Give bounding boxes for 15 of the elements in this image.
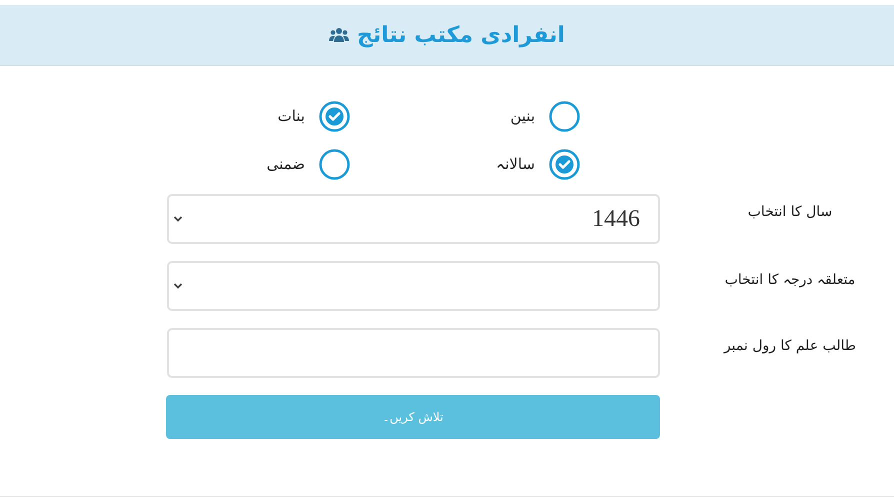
- radio-option[interactable]: ضمنی: [120, 148, 350, 180]
- select-field[interactable]: [167, 261, 660, 311]
- chevron-icon: [173, 282, 183, 290]
- input-field[interactable]: [167, 328, 660, 378]
- radio-option[interactable]: بنین: [350, 100, 580, 132]
- users-icon: [329, 27, 350, 43]
- field-label: طالب علم کا رول نمبر: [722, 337, 858, 354]
- chevron-icon: [173, 215, 183, 223]
- radio-option[interactable]: بنات: [120, 100, 350, 132]
- select-value: 1446: [592, 206, 640, 232]
- field-label: متعلقہ درجہ کا انتخاب: [724, 271, 856, 288]
- page-title: انفرادی مکتب نتائج: [357, 22, 565, 48]
- select-field[interactable]: 1446: [167, 194, 660, 244]
- field-label: سال کا انتخاب: [746, 203, 834, 220]
- radio-option[interactable]: سالانہ: [350, 148, 580, 180]
